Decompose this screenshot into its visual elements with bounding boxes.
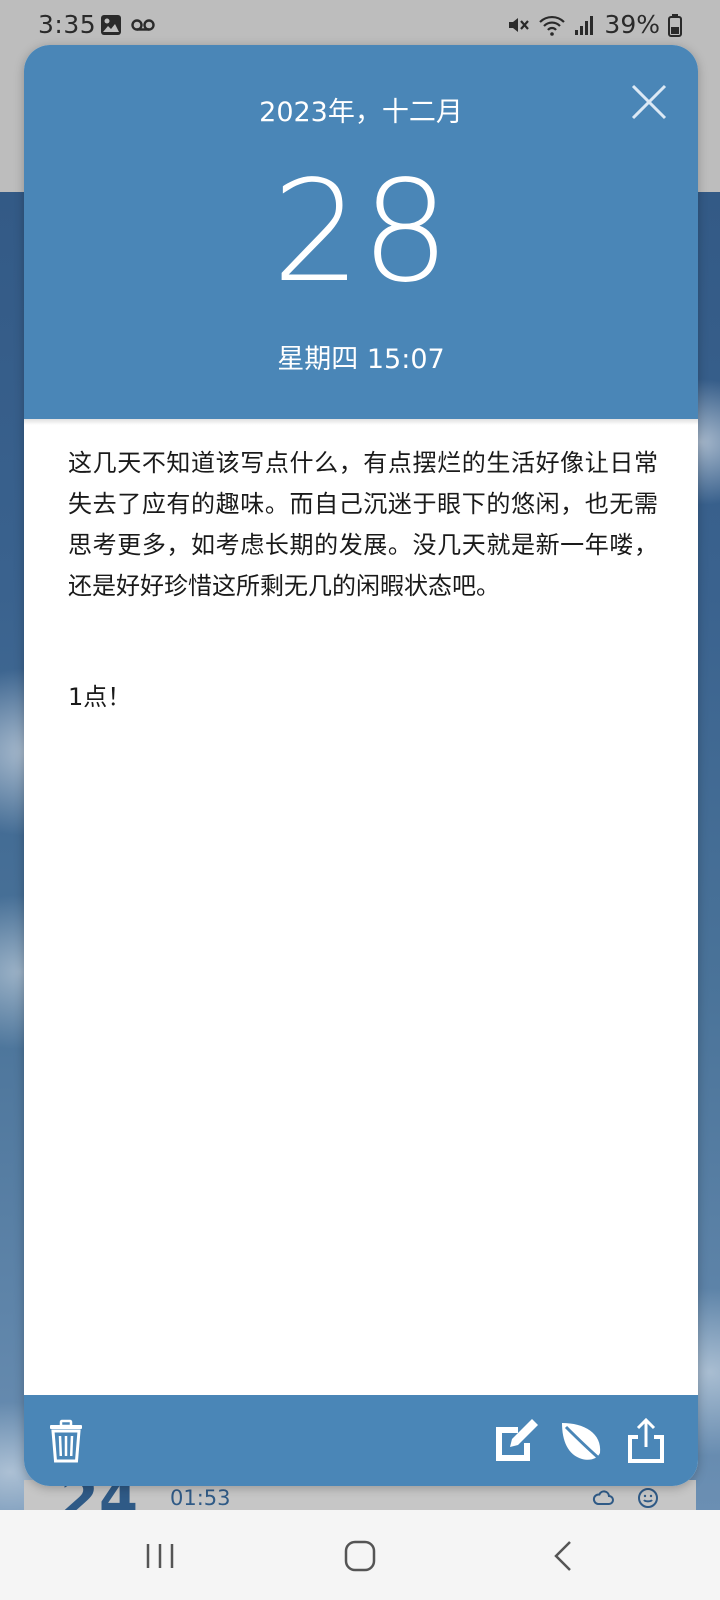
leaf-icon[interactable] — [558, 1417, 606, 1465]
voicemail-icon — [131, 19, 155, 31]
recent-apps-icon[interactable] — [142, 1538, 178, 1574]
delete-icon[interactable] — [42, 1417, 90, 1465]
entry-body[interactable]: 这几天不知道该写点什么，有点摆烂的生活好像让日常失去了应有的趣味。而自己沉迷于眼… — [68, 443, 658, 718]
home-icon[interactable] — [342, 1538, 378, 1574]
edit-icon[interactable] — [492, 1417, 540, 1465]
status-right-icons: 39% — [506, 10, 682, 39]
smiley-icon — [638, 1488, 658, 1508]
entry-dialog: 2023年，十二月 28 星期四 15:07 这几天不知道该写点什么，有点摆烂的… — [24, 45, 698, 1486]
wifi-icon — [539, 15, 566, 36]
entry-header: 2023年，十二月 28 星期四 15:07 — [24, 45, 698, 419]
battery-percent: 39% — [604, 10, 660, 39]
entry-day: 28 — [271, 151, 451, 314]
entry-toolbar — [24, 1395, 698, 1486]
gallery-icon — [101, 15, 121, 35]
entry-weekday-time: 星期四 15:07 — [277, 344, 445, 375]
battery-icon — [668, 13, 682, 37]
status-time: 3:35 — [38, 10, 97, 39]
header-shadow — [24, 419, 698, 425]
background-entry-time: 01:53 — [170, 1486, 231, 1510]
mute-icon — [509, 17, 530, 32]
share-icon[interactable] — [622, 1417, 670, 1465]
cloud-icon — [592, 1490, 614, 1505]
close-icon[interactable] — [630, 83, 668, 121]
status-left-icons — [100, 14, 156, 36]
entry-text: 这几天不知道该写点什么，有点摆烂的生活好像让日常失去了应有的趣味。而自己沉迷于眼… — [68, 449, 658, 600]
entry-year-month: 2023年，十二月 — [259, 97, 463, 128]
entry-note: 1点！ — [68, 683, 132, 711]
signal-icon — [575, 15, 594, 35]
back-icon[interactable] — [546, 1538, 582, 1574]
navigation-bar — [0, 1510, 720, 1600]
